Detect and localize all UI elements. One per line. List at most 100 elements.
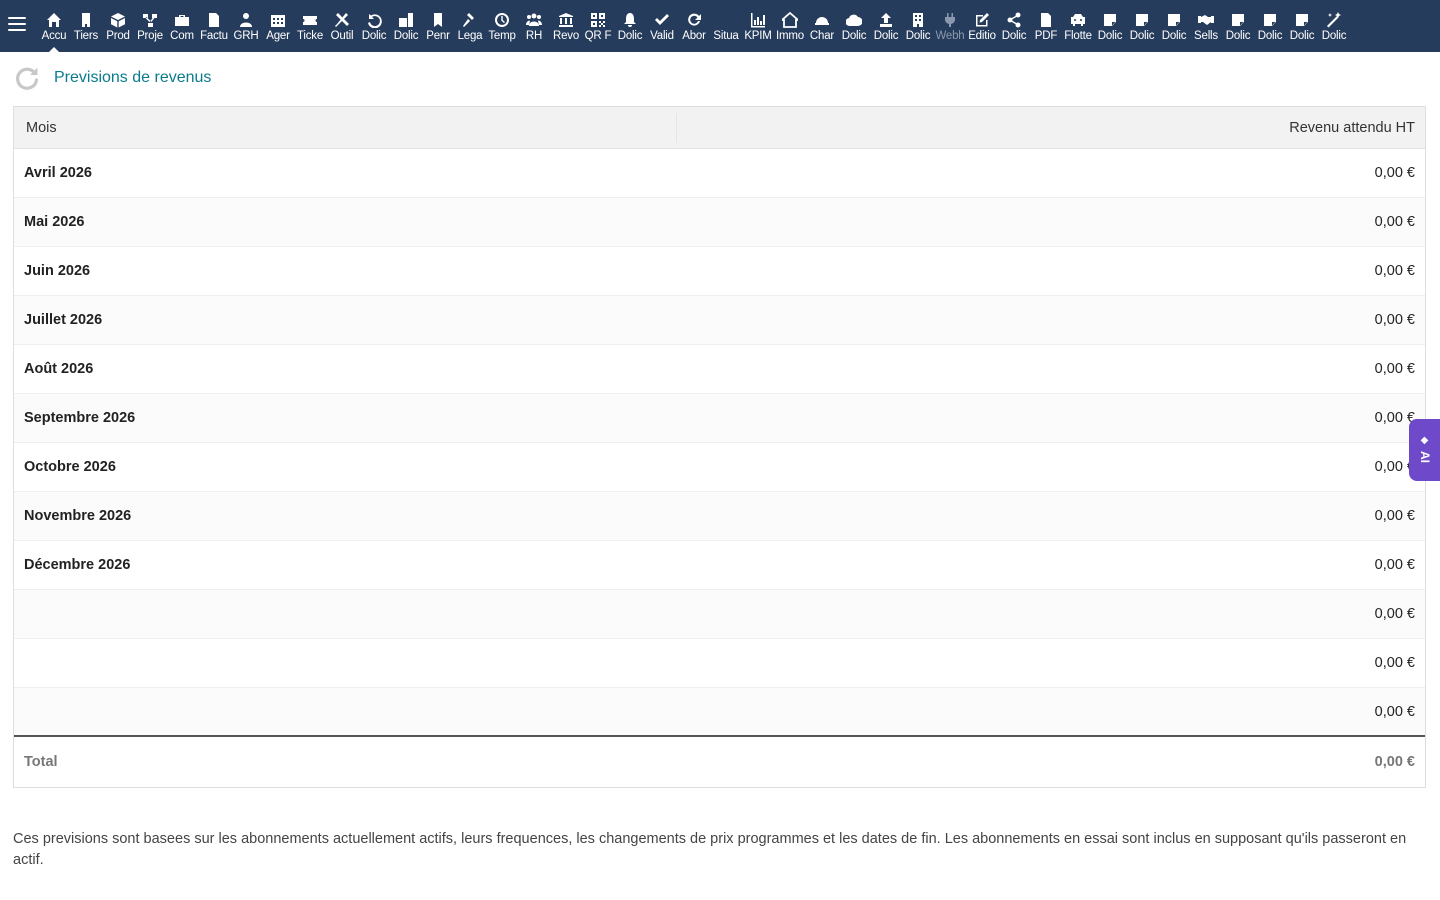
- revenue-forecast-table: Mois Revenu attendu HT Avril 2026 0,00 € M…: [13, 106, 1426, 788]
- table-row: Novembre 2026 0,00 €: [14, 492, 1425, 541]
- row-month: Avril 2026: [24, 165, 92, 181]
- bookmark-icon: [429, 11, 447, 29]
- row-revenue: 0,00 €: [1374, 263, 1415, 279]
- menu-item-38[interactable]: Dolic: [1254, 0, 1286, 52]
- menu-item-4[interactable]: Com: [166, 0, 198, 52]
- column-header-month[interactable]: Mois: [26, 120, 57, 136]
- total-label: Total: [24, 754, 58, 770]
- menu-item-25[interactable]: Dolic: [838, 0, 870, 52]
- menu-item-22[interactable]: KPIM: [742, 0, 774, 52]
- menu-item-2[interactable]: Prod: [102, 0, 134, 52]
- menu-item-37[interactable]: Dolic: [1222, 0, 1254, 52]
- building-icon: [77, 11, 95, 29]
- hamburger-menu-icon[interactable]: [8, 17, 26, 35]
- menu-item-26[interactable]: Dolic: [870, 0, 902, 52]
- briefcase-icon: [173, 11, 191, 29]
- menu-item-label: Ticke: [296, 30, 324, 42]
- menu-item-40[interactable]: Dolic: [1318, 0, 1350, 52]
- table-header: Mois Revenu attendu HT: [14, 107, 1425, 149]
- cloud-icon: [845, 11, 863, 29]
- row-month: Octobre 2026: [24, 459, 116, 475]
- note-icon: [1165, 11, 1183, 29]
- menu-item-9[interactable]: Outil: [326, 0, 358, 52]
- menu-item-label: Dolic: [873, 30, 899, 42]
- invoice-icon: [205, 11, 223, 29]
- users-icon: [237, 11, 255, 29]
- menu-item-23[interactable]: Immo: [774, 0, 806, 52]
- share-icon: [1005, 11, 1023, 29]
- row-revenue: 0,00 €: [1374, 361, 1415, 377]
- ticket-icon: [301, 11, 319, 29]
- menu-item-label: Dolic: [1289, 30, 1315, 42]
- menu-item-30[interactable]: Dolic: [998, 0, 1030, 52]
- menu-item-13[interactable]: Lega: [454, 0, 486, 52]
- page-header: Previsions de revenus: [13, 63, 211, 93]
- ai-assistant-tab[interactable]: ◆ AI: [1409, 419, 1440, 481]
- page-title: Previsions de revenus: [54, 69, 212, 86]
- menu-item-31[interactable]: PDF: [1030, 0, 1062, 52]
- table-row: 0,00 €: [14, 688, 1425, 737]
- menu-item-36[interactable]: Sells: [1190, 0, 1222, 52]
- main-menu: Accu Tiers Prod Proje Com Factu GRH Ager Ticke Ou…: [38, 0, 1350, 52]
- house-icon: [781, 11, 799, 29]
- menu-item-20[interactable]: Abor: [678, 0, 710, 52]
- menu-item-35[interactable]: Dolic: [1158, 0, 1190, 52]
- menu-item-label: GRH: [233, 30, 259, 42]
- menu-item-15[interactable]: RH: [518, 0, 550, 52]
- menu-item-7[interactable]: Ager: [262, 0, 294, 52]
- column-header-revenue[interactable]: Revenu attendu HT: [1289, 120, 1415, 136]
- tools-icon: [333, 11, 351, 29]
- menu-item-19[interactable]: Valid: [646, 0, 678, 52]
- menu-item-16[interactable]: Revo: [550, 0, 582, 52]
- menu-item-10[interactable]: Dolic: [358, 0, 390, 52]
- menu-item-label: Proje: [137, 30, 163, 42]
- menu-item-label: Dolic: [1161, 30, 1187, 42]
- menu-item-14[interactable]: Temp: [486, 0, 518, 52]
- menu-item-12[interactable]: Penr: [422, 0, 454, 52]
- table-row: Décembre 2026 0,00 €: [14, 541, 1425, 590]
- menu-item-label: Factu: [200, 30, 228, 42]
- menu-item-33[interactable]: Dolic: [1094, 0, 1126, 52]
- menu-item-label: Tiers: [73, 30, 99, 42]
- edit-icon: [973, 11, 991, 29]
- menu-item-label: Valid: [650, 30, 674, 42]
- table-row: Mai 2026 0,00 €: [14, 198, 1425, 247]
- note-icon: [1229, 11, 1247, 29]
- file-pdf-icon: [1037, 11, 1055, 29]
- menu-item-label: Dolic: [1129, 30, 1155, 42]
- menu-item-label: Dolic: [841, 30, 867, 42]
- menu-item-label: Editio: [968, 30, 996, 42]
- clock-icon: [493, 11, 511, 29]
- row-revenue: 0,00 €: [1374, 557, 1415, 573]
- menu-item-24[interactable]: Char: [806, 0, 838, 52]
- menu-item-6[interactable]: GRH: [230, 0, 262, 52]
- menu-item-21[interactable]: Situa: [710, 0, 742, 52]
- table-row: Avril 2026 0,00 €: [14, 149, 1425, 198]
- menu-item-39[interactable]: Dolic: [1286, 0, 1318, 52]
- menu-item-0[interactable]: Accu: [38, 0, 70, 52]
- menu-item-34[interactable]: Dolic: [1126, 0, 1158, 52]
- menu-item-label: Outil: [330, 30, 354, 42]
- row-revenue: 0,00 €: [1374, 214, 1415, 230]
- menu-item-28[interactable]: Webh: [934, 0, 966, 52]
- menu-item-1[interactable]: Tiers: [70, 0, 102, 52]
- menu-item-label: Dolic: [617, 30, 643, 42]
- menu-item-32[interactable]: Flotte: [1062, 0, 1094, 52]
- menu-item-27[interactable]: Dolic: [902, 0, 934, 52]
- menu-item-29[interactable]: Editio: [966, 0, 998, 52]
- menu-item-label: Penr: [426, 30, 450, 42]
- menu-item-8[interactable]: Ticke: [294, 0, 326, 52]
- menu-item-11[interactable]: Dolic: [390, 0, 422, 52]
- row-revenue: 0,00 €: [1374, 312, 1415, 328]
- menu-item-label: RH: [525, 30, 543, 42]
- menu-item-18[interactable]: Dolic: [614, 0, 646, 52]
- row-revenue: 0,00 €: [1374, 508, 1415, 524]
- refresh-icon: [16, 67, 39, 90]
- menu-item-5[interactable]: Factu: [198, 0, 230, 52]
- menu-item-3[interactable]: Proje: [134, 0, 166, 52]
- menu-item-label: Char: [809, 30, 835, 42]
- row-month: Décembre 2026: [24, 557, 131, 573]
- note-icon: [1293, 11, 1311, 29]
- menu-item-17[interactable]: QR F: [582, 0, 614, 52]
- bell-icon: [621, 11, 639, 29]
